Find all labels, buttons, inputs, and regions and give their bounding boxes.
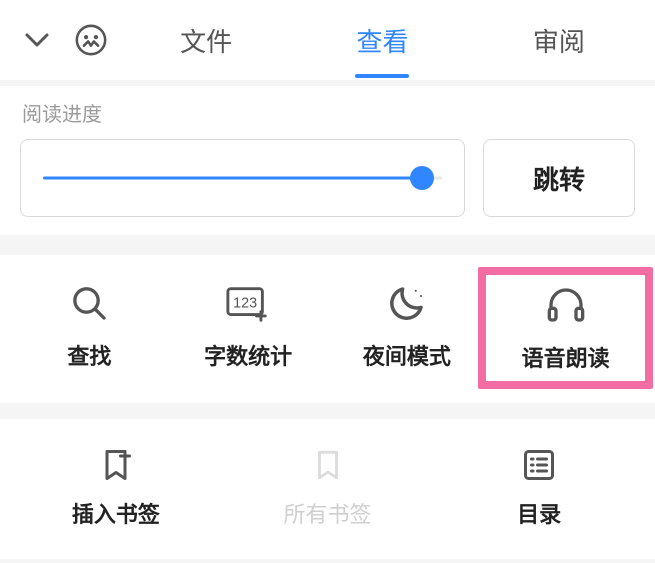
tool-wordcount[interactable]: 123 字数统计 [169,275,328,381]
tool-night[interactable]: 夜间模式 [328,275,487,381]
tool-wordcount-label: 字数统计 [204,339,292,371]
chevron-down-icon[interactable] [22,25,52,55]
search-icon [69,281,109,325]
moon-icon [386,281,428,325]
slider-thumb[interactable] [410,166,434,190]
wordcount-icon: 123 [225,281,271,325]
face-icon[interactable] [74,23,108,57]
tab-view[interactable]: 查看 [294,0,470,80]
bm-insert[interactable]: 插入书签 [10,439,222,535]
tool-tts[interactable]: 语音朗读 [478,267,653,389]
bm-all: 所有书签 [222,439,434,535]
bm-toc-label: 目录 [517,497,561,529]
bookmark-add-icon [98,445,134,485]
bm-toc[interactable]: 目录 [433,439,645,535]
list-icon [521,445,557,485]
bm-insert-label: 插入书签 [72,497,160,529]
tool-search[interactable]: 查找 [10,275,169,381]
svg-text:123: 123 [233,295,257,311]
headphones-icon [544,283,588,327]
tab-file[interactable]: 文件 [118,0,294,80]
jump-button[interactable]: 跳转 [483,139,635,217]
progress-label: 阅读进度 [20,90,635,139]
tab-review[interactable]: 审阅 [471,0,647,80]
progress-slider[interactable] [20,139,465,217]
bookmark-icon [311,445,345,485]
tool-search-label: 查找 [67,339,111,371]
slider-fill [43,177,422,180]
tool-night-label: 夜间模式 [363,339,451,371]
bm-all-label: 所有书签 [284,497,372,529]
tool-tts-label: 语音朗读 [522,341,610,373]
